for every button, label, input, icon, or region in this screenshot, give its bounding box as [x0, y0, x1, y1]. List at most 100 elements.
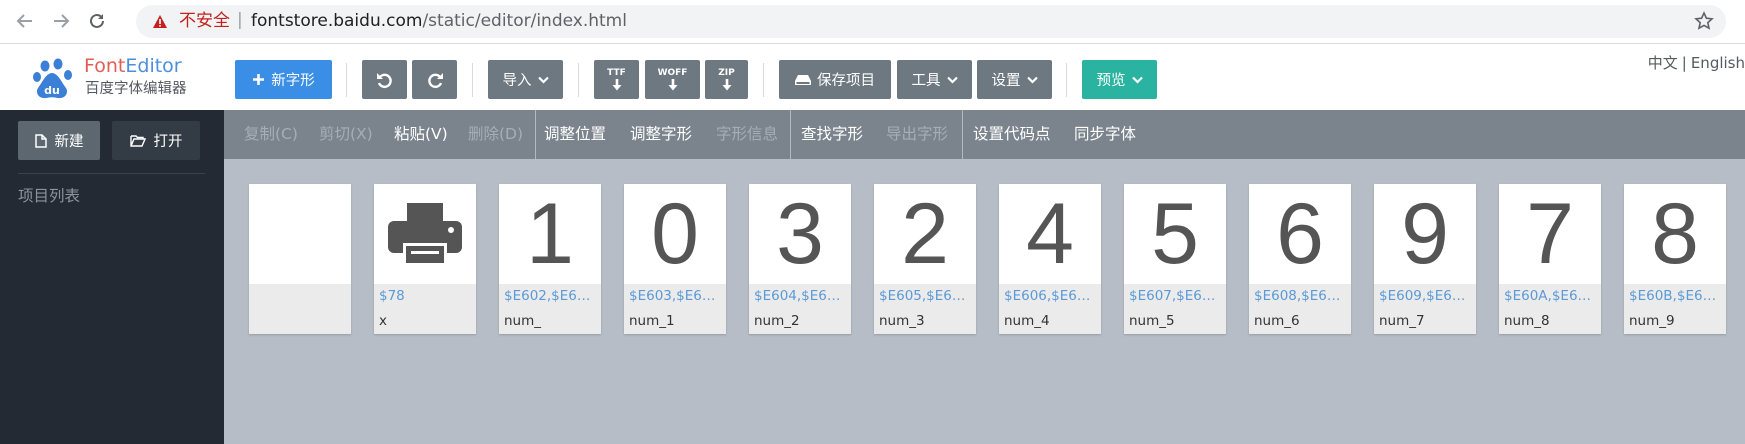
glyph-preview: 1	[499, 184, 601, 284]
preview-label: 预览	[1096, 73, 1126, 89]
set-codepoint-command[interactable]: 设置代码点	[973, 124, 1051, 144]
open-project-button[interactable]: 打开	[112, 121, 200, 160]
glyph-preview: 0	[624, 184, 726, 284]
edit-toolbar: 复制(C) 剪切(X) 粘贴(V) 删除(D) 调整位置 调整字形 字形信息 查…	[224, 110, 1745, 159]
find-glyph-command[interactable]: 查找字形	[801, 124, 863, 144]
cut-command[interactable]: 剪切(X)	[319, 124, 373, 144]
reload-icon	[90, 13, 104, 28]
undo-button[interactable]	[362, 60, 407, 99]
woff-label: WOFF	[657, 68, 688, 78]
glyph-card[interactable]: 2 $E605,$E61... num_3	[874, 184, 976, 334]
glyph-card[interactable]: 3 $E604,$E61... num_2	[749, 184, 851, 334]
new-project-label: 新建	[54, 134, 84, 150]
new-glyph-button[interactable]: 新字形	[235, 60, 332, 99]
glyph-card[interactable]: $78 x	[374, 184, 476, 334]
glyph-card[interactable]	[249, 184, 351, 334]
glyph-card[interactable]: 7 $E60A,$E61... num_8	[1499, 184, 1601, 334]
sidebar-divider	[18, 173, 205, 174]
copy-command[interactable]: 复制(C)	[244, 124, 298, 144]
glyph-card[interactable]: 9 $E609,$E61... num_7	[1374, 184, 1476, 334]
glyph-name: num_8	[1504, 313, 1550, 329]
toolbar-divider	[790, 110, 791, 159]
insecure-label: 不安全	[179, 11, 230, 31]
reload-button[interactable]	[84, 8, 110, 34]
glyph-preview: 5	[1124, 184, 1226, 284]
save-project-button[interactable]: 保存项目	[779, 60, 891, 99]
ttf-label: TTF	[607, 68, 626, 78]
glyph-unicode: $E603,$E60...	[629, 288, 723, 304]
glyph-card[interactable]: 0 $E603,$E60... num_1	[624, 184, 726, 334]
import-label: 导入	[502, 73, 532, 89]
glyph-preview: 6	[1249, 184, 1351, 284]
sync-font-command[interactable]: 同步字体	[1074, 124, 1136, 144]
project-list-title: 项目列表	[18, 187, 81, 205]
address-bar[interactable]: 不安全 | fontstore.baidu.com/static/editor/…	[136, 5, 1726, 38]
new-project-button[interactable]: 新建	[18, 121, 100, 160]
url-host: fontstore.baidu.com	[251, 11, 423, 31]
settings-dropdown[interactable]: 设置	[977, 60, 1052, 99]
glyph-name: num_7	[1379, 313, 1425, 329]
glyph-card[interactable]: 1 $E602,$E60... num_	[499, 184, 601, 334]
forward-button[interactable]	[48, 8, 74, 34]
glyph-card[interactable]: 6 $E608,$E61... num_6	[1249, 184, 1351, 334]
brand-title: FontEditor	[84, 55, 182, 77]
glyph-unicode: $E60A,$E61...	[1504, 288, 1598, 304]
glyph-unicode: $E605,$E61...	[879, 288, 973, 304]
glyph-name: num_	[504, 313, 542, 329]
glyph-unicode: $E609,$E61...	[1379, 288, 1473, 304]
paste-command[interactable]: 粘贴(V)	[394, 124, 448, 144]
browser-toolbar: 不安全 | fontstore.baidu.com/static/editor/…	[0, 0, 1745, 44]
app-header: du FontEditor 百度字体编辑器 新字形 导入 TTF WOFF ZI…	[0, 45, 1745, 110]
export-zip-button[interactable]: ZIP	[705, 60, 748, 99]
export-ttf-button[interactable]: TTF	[594, 60, 639, 99]
save-project-label: 保存项目	[817, 73, 875, 89]
url-path: /static/editor/index.html	[422, 11, 627, 31]
redo-icon	[427, 72, 443, 88]
lang-en-link[interactable]: English	[1691, 54, 1745, 72]
preview-dropdown[interactable]: 预览	[1082, 60, 1157, 99]
glyph-card[interactable]: 4 $E606,$E60... num_4	[999, 184, 1101, 334]
import-dropdown[interactable]: 导入	[488, 60, 563, 99]
hard-drive-icon	[795, 74, 811, 85]
chevron-down-icon	[1131, 76, 1143, 84]
tools-dropdown[interactable]: 工具	[897, 60, 972, 99]
glyph-name: num_5	[1129, 313, 1175, 329]
adjust-position-command[interactable]: 调整位置	[544, 124, 606, 144]
glyph-card[interactable]: 5 $E607,$E60... num_5	[1124, 184, 1226, 334]
export-glyph-command[interactable]: 导出字形	[886, 124, 948, 144]
glyph-unicode: $E602,$E60...	[504, 288, 598, 304]
glyph-name: num_2	[754, 313, 800, 329]
delete-command[interactable]: 删除(D)	[468, 124, 523, 144]
download-arrow-icon	[722, 79, 731, 91]
brand-editor: Editor	[125, 55, 182, 77]
back-button[interactable]	[12, 8, 38, 34]
star-icon[interactable]	[1694, 11, 1714, 31]
glyph-name: num_4	[1004, 313, 1050, 329]
glyph-unicode: $E606,$E60...	[1004, 288, 1098, 304]
lang-zh-link[interactable]: 中文	[1648, 54, 1678, 72]
adjust-glyph-command[interactable]: 调整字形	[630, 124, 692, 144]
glyph-info-command[interactable]: 字形信息	[716, 124, 778, 144]
glyph-card[interactable]: 8 $E60B,$E61... num_9	[1624, 184, 1726, 334]
glyph-unicode: $78	[379, 288, 405, 304]
chevron-down-icon	[946, 76, 958, 84]
glyph-unicode: $E608,$E61...	[1254, 288, 1348, 304]
glyph-preview	[374, 184, 476, 284]
glyph-preview: 3	[749, 184, 851, 284]
zip-label: ZIP	[718, 68, 735, 78]
open-project-label: 打开	[153, 134, 183, 150]
divider	[763, 63, 764, 97]
baidu-paw-logo: du	[33, 58, 72, 99]
divider	[472, 63, 473, 97]
download-arrow-icon	[612, 79, 621, 91]
plus-icon	[253, 74, 265, 85]
undo-icon	[376, 72, 392, 88]
glyph-name: x	[379, 313, 387, 329]
brand-font: Font	[84, 55, 126, 77]
chevron-down-icon	[1026, 76, 1038, 84]
chevron-down-icon	[537, 76, 549, 84]
url-separator: |	[237, 10, 243, 30]
redo-button[interactable]	[412, 60, 457, 99]
export-woff-button[interactable]: WOFF	[645, 60, 700, 99]
glyph-name: num_3	[879, 313, 925, 329]
